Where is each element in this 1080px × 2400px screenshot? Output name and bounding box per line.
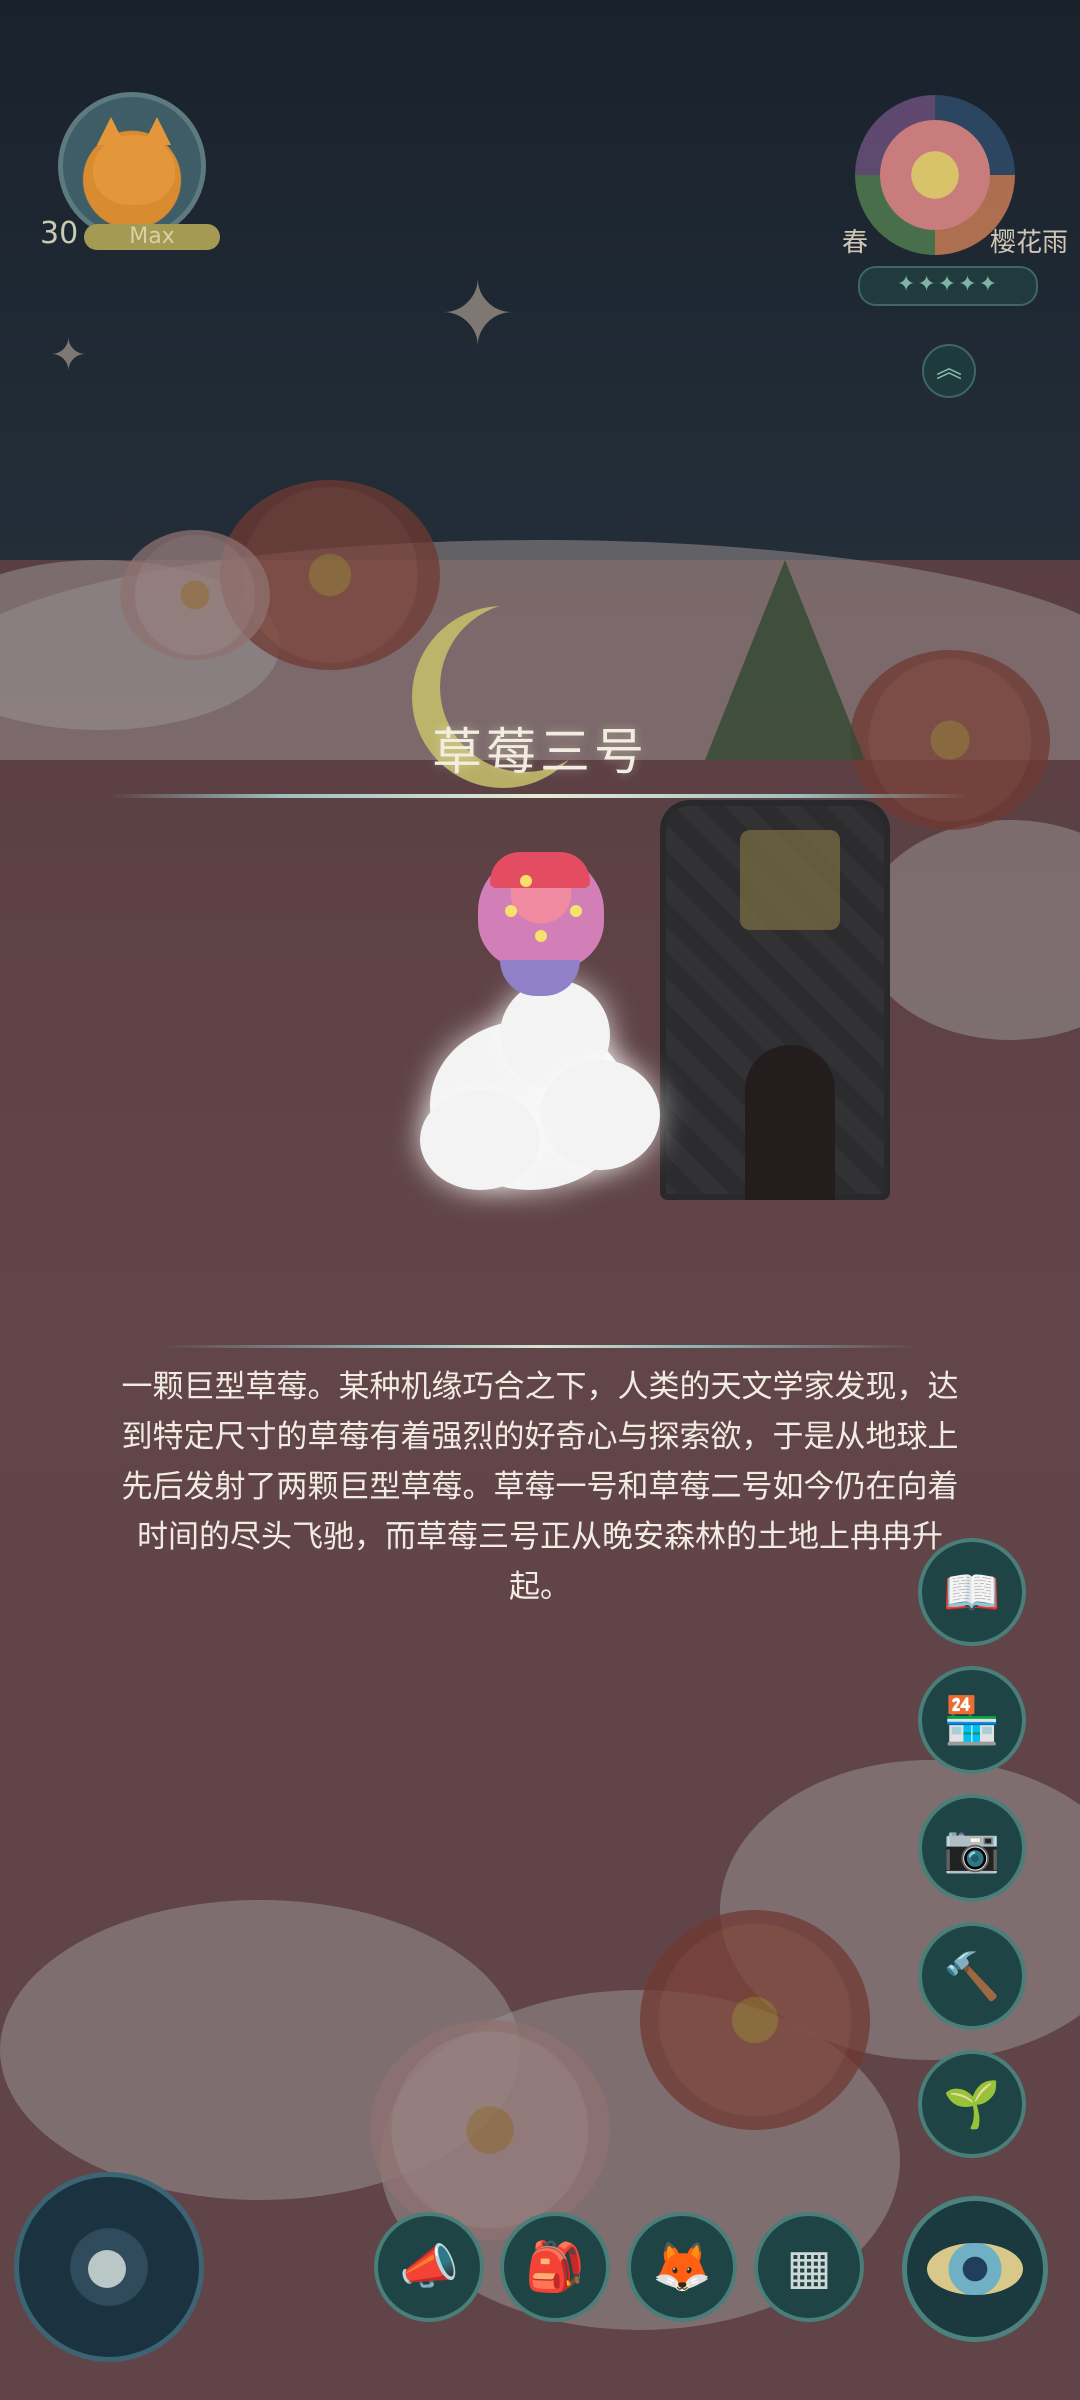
season-label: 春 — [842, 228, 869, 258]
level-status-bar: Max — [84, 224, 220, 250]
plant-button[interactable]: 🌱 — [918, 2050, 1026, 2158]
overlay-dim — [0, 0, 1080, 2400]
weather-label: 樱花雨 — [990, 228, 1069, 258]
build-button[interactable]: 🔨 — [918, 1922, 1026, 2030]
shop-button[interactable]: 🏪 — [918, 1666, 1026, 1774]
eye-icon — [927, 2243, 1023, 2295]
title-divider — [110, 794, 970, 798]
backpack-button[interactable]: 🎒 — [500, 2212, 610, 2322]
camera-button[interactable]: 📷 — [918, 1794, 1026, 1902]
season-stars: ✦✦✦✦✦ — [858, 266, 1038, 306]
shop-icon: 🏪 — [943, 1693, 1001, 1747]
player-avatar[interactable] — [58, 92, 206, 240]
sprout-icon: 🌱 — [943, 2077, 1001, 2131]
announcement-button[interactable]: 📣 — [374, 2212, 484, 2322]
collection-book-button[interactable]: 📖 — [918, 1538, 1026, 1646]
item-description: 一颗巨型草莓。某种机缘巧合之下，人类的天文学家发现，达到特定尺寸的草莓有着强烈的… — [121, 1369, 959, 1605]
character-button[interactable]: 🦊 — [627, 2212, 737, 2322]
backpack-icon: 🎒 — [525, 2239, 585, 2295]
camera-icon: 📷 — [943, 1821, 1001, 1875]
hammer-icon: 🔨 — [943, 1949, 1001, 2003]
sun-icon — [88, 2250, 126, 2288]
megaphone-icon: 📣 — [399, 2239, 459, 2295]
fox-face-icon — [93, 117, 175, 205]
description-divider — [160, 1345, 920, 1348]
grid-icon: ▦ — [786, 2239, 832, 2295]
game-scene: ✦ ✦ — [0, 0, 1080, 2400]
item-title: 草莓三号 — [432, 723, 648, 781]
menu-grid-button[interactable]: ▦ — [754, 2212, 864, 2322]
view-toggle-button[interactable] — [902, 2196, 1048, 2342]
fox-icon: 🦊 — [652, 2239, 712, 2295]
collapse-button[interactable]: ︽ — [922, 344, 976, 398]
player-level: 30 — [40, 216, 79, 251]
weather-icon — [880, 120, 990, 230]
book-icon: 📖 — [943, 1565, 1001, 1619]
